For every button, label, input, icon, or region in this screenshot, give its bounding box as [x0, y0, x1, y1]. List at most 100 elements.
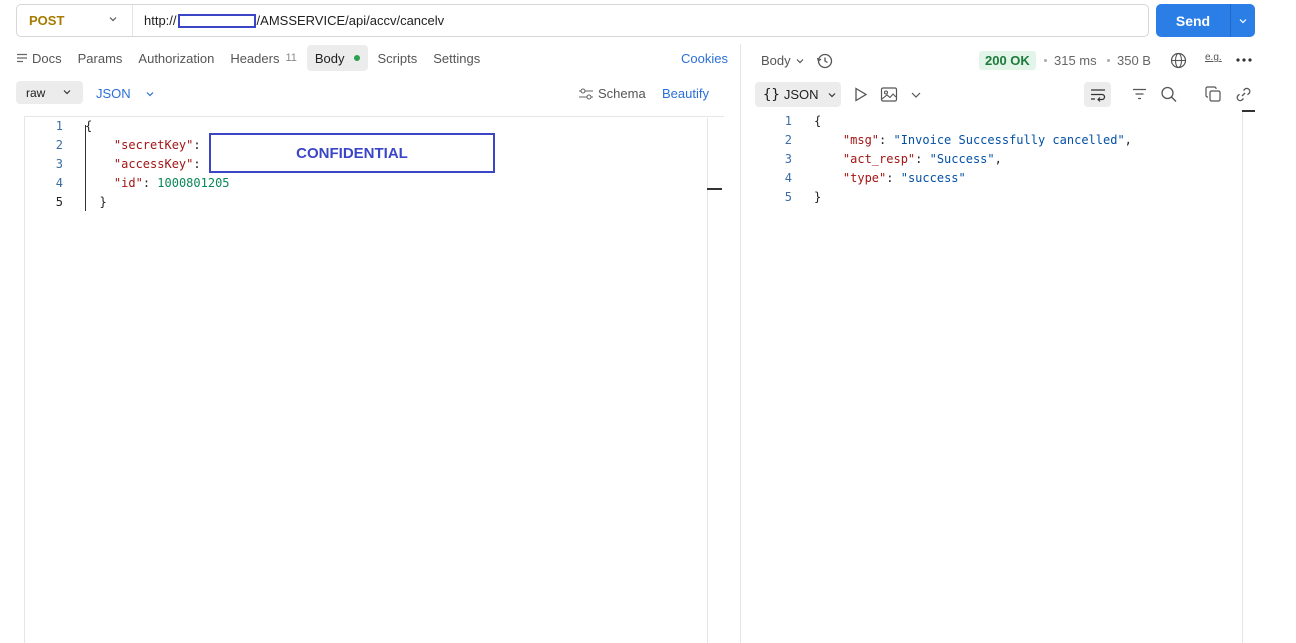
response-gutter: 1 2 3 4 5: [742, 112, 802, 207]
headers-count-badge: 11: [285, 52, 297, 64]
response-time[interactable]: 315 ms: [1054, 53, 1097, 68]
code-line: "type": "success": [814, 169, 1132, 188]
send-button[interactable]: Send: [1156, 4, 1255, 37]
chevron-down-icon: [1239, 18, 1247, 23]
url-input[interactable]: http:// /AMSSERVICE/api/accv/cancelv: [133, 13, 444, 28]
line-number: 1: [55, 119, 63, 133]
tab-headers[interactable]: Headers 11: [230, 45, 297, 71]
play-icon[interactable]: [852, 86, 869, 103]
url-path: /AMSSERVICE/api/accv/cancelv: [256, 13, 445, 28]
response-format-select[interactable]: {} JSON: [755, 82, 841, 107]
request-tabs: Docs Params Authorization Headers 11 Bod…: [16, 44, 496, 72]
globe-icon[interactable]: [1170, 52, 1187, 69]
wrap-lines-button[interactable]: [1084, 82, 1111, 107]
json-string: "Success": [929, 152, 995, 166]
method-select[interactable]: POST: [17, 5, 133, 36]
chevron-down-icon[interactable]: [910, 90, 922, 100]
tab-settings[interactable]: Settings: [433, 45, 480, 71]
colon: :: [915, 152, 930, 166]
tab-docs[interactable]: Docs: [16, 45, 62, 71]
code-line: "msg": "Invoice Successfully cancelled",: [814, 131, 1132, 150]
body-mode-select[interactable]: raw: [16, 81, 83, 104]
line-number: 3: [784, 152, 792, 166]
code-line: "id": 1000801205: [85, 174, 230, 193]
colon: :: [879, 133, 894, 147]
send-label: Send: [1175, 12, 1211, 29]
editor-code: { "secretKey": "accessKey": "id": 100080…: [85, 117, 230, 212]
json-key: "secretKey": [113, 138, 194, 152]
json-string: "success": [900, 171, 966, 185]
more-options-icon[interactable]: [1235, 52, 1253, 68]
tab-body[interactable]: Body: [306, 45, 368, 71]
colon: :: [193, 138, 201, 152]
response-scrollbar[interactable]: [1242, 112, 1243, 643]
body-language-label: JSON: [96, 86, 131, 101]
chevron-down-icon: [109, 17, 117, 22]
colon: :: [142, 176, 151, 190]
search-icon[interactable]: [1160, 86, 1178, 103]
schema-button[interactable]: Schema: [578, 86, 646, 101]
separator-dot: [1044, 59, 1047, 62]
comma: ,: [1124, 133, 1132, 147]
body-active-dot: [353, 55, 360, 61]
tab-authorization-label: Authorization: [138, 50, 215, 66]
image-icon[interactable]: [880, 86, 898, 103]
chevron-down-icon: [146, 91, 154, 96]
line-number: 5: [55, 195, 63, 209]
example-icon[interactable]: e.g.: [1205, 52, 1222, 63]
editor-scroll-marker: [707, 188, 722, 190]
editor-scrollbar[interactable]: [707, 118, 708, 643]
line-number: 2: [784, 133, 792, 147]
history-icon[interactable]: [816, 52, 834, 70]
response-view-select[interactable]: Body: [761, 53, 806, 68]
wrap-icon: [1090, 89, 1105, 102]
code-line: }: [85, 193, 230, 212]
body-mode-label: raw: [26, 85, 46, 100]
line-number: 5: [784, 190, 792, 204]
sliders-icon: [579, 87, 593, 100]
pane-divider[interactable]: [740, 44, 741, 643]
chevron-down-icon: [63, 90, 71, 95]
tab-params[interactable]: Params: [78, 45, 123, 71]
copy-icon[interactable]: [1205, 86, 1222, 103]
beautify-button[interactable]: Beautify: [662, 86, 709, 101]
line-number: 4: [55, 176, 63, 190]
close-brace: }: [99, 195, 107, 209]
docs-icon: [17, 53, 27, 63]
response-view-label: Body: [761, 53, 791, 68]
json-number: 1000801205: [157, 176, 230, 190]
comma: ,: [994, 152, 1002, 166]
confidential-redaction-box: CONFIDENTIAL: [209, 133, 495, 173]
schema-label: Schema: [598, 86, 646, 101]
separator-dot: [1107, 59, 1110, 62]
status-badge[interactable]: 200 OK: [979, 51, 1036, 70]
code-line: "secretKey":: [85, 136, 230, 155]
body-language-select[interactable]: JSON: [96, 86, 155, 101]
url-bar: POST http:// /AMSSERVICE/api/accv/cancel…: [16, 4, 1149, 37]
chevron-down-icon: [828, 92, 835, 97]
tab-authorization[interactable]: Authorization: [138, 45, 214, 71]
link-icon[interactable]: [1235, 86, 1252, 103]
method-label: POST: [29, 13, 65, 28]
line-number: 3: [55, 157, 63, 171]
close-brace: }: [814, 190, 822, 204]
filter-icon[interactable]: [1131, 86, 1148, 102]
tab-docs-label: Docs: [32, 50, 62, 66]
send-options-button[interactable]: [1230, 4, 1255, 37]
tab-body-label: Body: [314, 50, 345, 66]
code-line: }: [814, 188, 1132, 207]
response-scroll-marker: [1242, 110, 1255, 112]
code-line: {: [814, 112, 1132, 131]
colon: :: [886, 171, 901, 185]
cookies-link[interactable]: Cookies: [681, 51, 728, 66]
response-size[interactable]: 350 B: [1117, 53, 1151, 68]
tab-scripts[interactable]: Scripts: [378, 45, 418, 71]
code-line: "act_resp": "Success",: [814, 150, 1132, 169]
response-format-label: JSON: [783, 87, 819, 102]
braces-icon: {}: [763, 86, 780, 103]
request-body-editor[interactable]: 1 2 3 4 5 { "secretKey": "accessKey": "i…: [24, 116, 724, 643]
json-key: "type": [842, 171, 887, 185]
line-number: 4: [784, 171, 792, 185]
json-key: "accessKey": [113, 157, 194, 171]
redacted-host-box: [177, 13, 256, 28]
